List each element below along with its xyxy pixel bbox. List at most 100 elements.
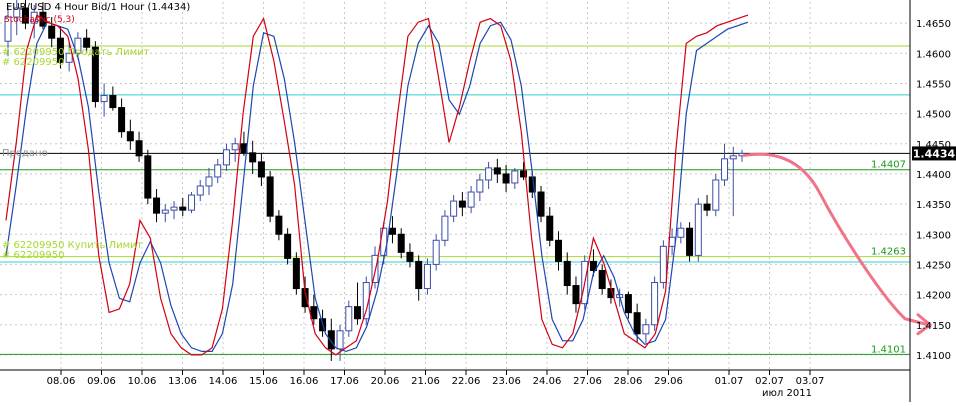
candle-body <box>83 37 91 48</box>
x-tick-label: 09.06 <box>87 376 116 387</box>
candle-body <box>354 306 362 320</box>
candle-body <box>450 200 458 217</box>
y-tick-label: 1.4500 <box>916 110 951 121</box>
candle-body <box>231 143 239 151</box>
candle-body <box>633 312 641 335</box>
candle-body <box>703 203 711 211</box>
candle-body <box>153 197 161 214</box>
candle-body <box>502 173 510 184</box>
x-tick-label: 13.06 <box>168 376 197 387</box>
x-tick-label: 23.06 <box>492 376 521 387</box>
y-tick-label: 1.4650 <box>916 19 951 30</box>
y-tick-label: 1.4450 <box>916 140 951 151</box>
sold-annotation: Продано <box>2 148 48 159</box>
x-tick-label: 01.07 <box>715 376 744 387</box>
candle-body <box>196 185 204 196</box>
candle-body <box>537 191 545 217</box>
stochastic-label: Stochastic (5,3) <box>4 15 75 25</box>
candle-body <box>546 215 554 241</box>
x-tick-label: 21.06 <box>411 376 440 387</box>
candle-body <box>423 263 431 290</box>
candle-body <box>188 194 195 211</box>
candle-body <box>511 170 519 184</box>
candle-body <box>205 176 213 187</box>
candle-body <box>677 227 685 238</box>
x-tick-label: 29.06 <box>654 376 683 387</box>
y-tick-label: 1.4400 <box>916 170 951 181</box>
candle-body <box>266 176 274 217</box>
x-tick-label: 14.06 <box>209 376 238 387</box>
candle-body <box>170 206 178 211</box>
candle-body <box>109 95 117 109</box>
chart-title: EUR/USD 4 Hour Bid/1 Hour (1.4434) <box>6 2 190 13</box>
candle-body <box>729 155 737 160</box>
candle-body <box>336 330 344 350</box>
candle-body <box>642 324 650 335</box>
x-tick-label: 10.06 <box>128 376 157 387</box>
level-price-label: 1.4407 <box>871 160 906 171</box>
candle-body <box>179 206 187 211</box>
candle-body <box>694 203 702 256</box>
x-tick-label: 22.06 <box>452 376 481 387</box>
x-tick-label: 02.07 <box>755 376 784 387</box>
x-tick-label: 15.06 <box>249 376 278 387</box>
candle-body <box>222 149 230 166</box>
candle-body <box>275 215 283 235</box>
candle-body <box>458 200 466 208</box>
x-tick-label: 16.06 <box>290 376 319 387</box>
candle-body <box>126 131 134 142</box>
y-tick-label: 1.4550 <box>916 79 951 90</box>
y-tick-label: 1.4350 <box>916 200 951 211</box>
candle-body <box>624 294 632 314</box>
candle-body <box>441 215 449 241</box>
candle-body <box>292 257 300 290</box>
candle-body <box>712 179 720 211</box>
candle-body <box>161 209 169 214</box>
candle-body <box>659 245 667 284</box>
sell-ticket-annotation: # 62209950 <box>2 57 64 68</box>
x-tick-label: 08.06 <box>47 376 76 387</box>
candle-body <box>397 233 405 253</box>
x-tick-label: 20.06 <box>371 376 400 387</box>
candle-body <box>135 140 143 157</box>
candle-body <box>327 330 335 350</box>
y-tick-label: 1.4600 <box>916 49 951 60</box>
price-chart[interactable]: 1.44341.44071.42631.4101 1.41001.41501.4… <box>0 0 956 402</box>
x-tick-label: 17.06 <box>330 376 359 387</box>
candle-body <box>555 239 562 262</box>
candle-body <box>214 164 222 178</box>
candle-body <box>257 161 265 178</box>
candle-body <box>284 233 292 259</box>
candle-body <box>721 158 729 181</box>
level-price-label: 1.4263 <box>871 247 906 258</box>
y-tick-label: 1.4150 <box>916 321 951 332</box>
candle-body <box>100 95 108 103</box>
x-tick-label: 27.06 <box>573 376 602 387</box>
candle-body <box>48 25 56 39</box>
x-tick-label: 24.06 <box>533 376 562 387</box>
candle-body <box>563 260 571 287</box>
candle-body <box>249 152 257 163</box>
y-tick-label: 1.4100 <box>916 351 951 362</box>
chart-window: 1.4434 1.4407 1.4263 1.4101 1.4100 1.4150 1.4… <box>0 0 956 402</box>
candle-body <box>406 251 414 262</box>
candle-body <box>432 239 440 265</box>
candle-body <box>651 282 659 326</box>
candle-body <box>485 167 493 181</box>
candle-body <box>493 167 501 175</box>
candle-body <box>467 191 475 208</box>
y-tick-label: 1.4250 <box>916 260 951 271</box>
candle-body <box>686 227 694 256</box>
candle-body <box>476 179 484 193</box>
candle-body <box>345 306 353 332</box>
x-tick-label: 03.07 <box>796 376 825 387</box>
level-price-label: 1.4101 <box>871 344 906 355</box>
plot-background <box>0 0 956 402</box>
month-label: июл 2011 <box>762 388 812 399</box>
candle-body <box>388 227 396 235</box>
candle-body <box>415 260 423 290</box>
x-tick-label: 28.06 <box>614 376 643 387</box>
candle-body <box>572 285 580 305</box>
candle-body <box>598 269 606 290</box>
y-tick-label: 1.4300 <box>916 230 951 241</box>
